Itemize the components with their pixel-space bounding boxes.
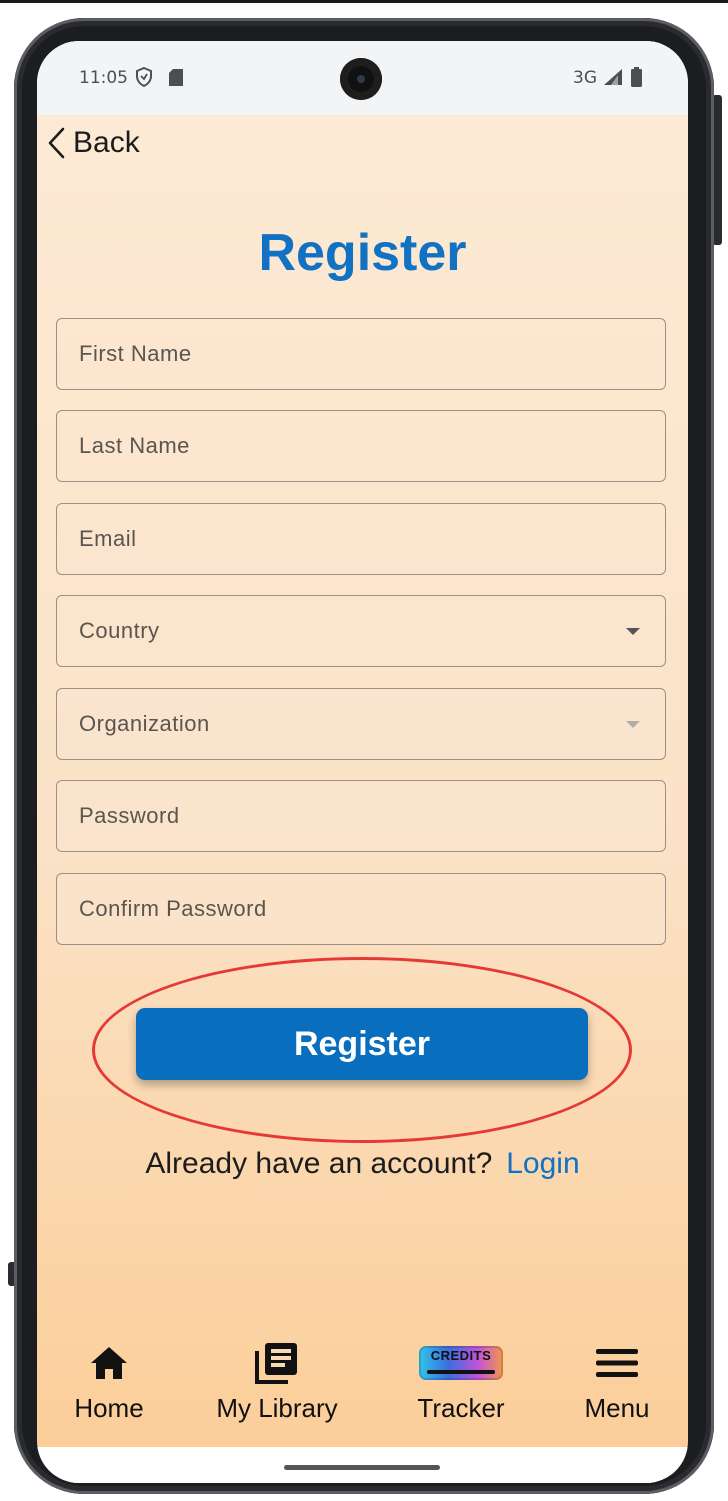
nav-label-my-library: My Library (216, 1393, 338, 1423)
login-prompt-row: Already have an account? Login (37, 1147, 688, 1181)
home-icon (89, 1339, 129, 1387)
app-screen: 11:05 3G Back Register Country Organizat… (37, 41, 688, 1483)
login-link[interactable]: Login (506, 1147, 579, 1180)
last-name-input[interactable] (79, 411, 619, 481)
back-button[interactable]: Back (47, 121, 140, 165)
password-field[interactable] (56, 780, 666, 852)
first-name-field[interactable] (56, 318, 666, 390)
sd-card-icon (169, 69, 183, 91)
credits-badge-text: CREDITS (430, 1348, 492, 1363)
front-camera (340, 58, 382, 100)
email-field[interactable] (56, 503, 666, 575)
nav-item-menu[interactable]: Menu (532, 1339, 688, 1439)
credits-badge: CREDITS (419, 1346, 503, 1380)
shield-icon (135, 66, 153, 92)
chevron-left-icon (48, 127, 65, 159)
register-button[interactable]: Register (136, 1008, 588, 1080)
email-input[interactable] (79, 504, 619, 574)
bottom-navigation: Home My Library CREDITS Tracker Menu (37, 1339, 688, 1439)
top-border (0, 0, 728, 3)
back-label: Back (73, 126, 140, 159)
signal-icon (603, 68, 623, 91)
network-type: 3G (573, 68, 597, 88)
hamburger-menu-icon (596, 1339, 638, 1387)
battery-icon (631, 67, 642, 92)
library-icon (254, 1339, 300, 1387)
credits-bar (427, 1370, 495, 1374)
country-select-label: Country (79, 618, 160, 643)
login-prompt-text: Already have an account? (145, 1147, 493, 1180)
dropdown-arrow-icon (626, 721, 640, 728)
status-bar: 11:05 3G (37, 41, 688, 115)
credits-icon: CREDITS (419, 1339, 503, 1387)
nav-label-menu: Menu (584, 1393, 650, 1423)
confirm-password-field[interactable] (56, 873, 666, 945)
home-indicator[interactable] (284, 1465, 440, 1470)
nav-item-tracker[interactable]: CREDITS Tracker (376, 1339, 546, 1439)
organization-select[interactable]: Organization (56, 688, 666, 760)
confirm-password-input[interactable] (79, 874, 619, 944)
nav-label-home: Home (74, 1393, 144, 1423)
page-title: Register (258, 224, 467, 282)
nav-label-tracker: Tracker (417, 1393, 505, 1423)
status-time: 11:05 (79, 68, 128, 88)
system-home-bar (37, 1447, 688, 1483)
password-input[interactable] (79, 781, 619, 851)
first-name-input[interactable] (79, 319, 619, 389)
nav-item-home[interactable]: Home (37, 1339, 194, 1439)
nav-item-my-library[interactable]: My Library (192, 1339, 362, 1439)
last-name-field[interactable] (56, 410, 666, 482)
dropdown-arrow-icon (626, 628, 640, 635)
organization-select-label: Organization (79, 711, 210, 736)
country-select[interactable]: Country (56, 595, 666, 667)
